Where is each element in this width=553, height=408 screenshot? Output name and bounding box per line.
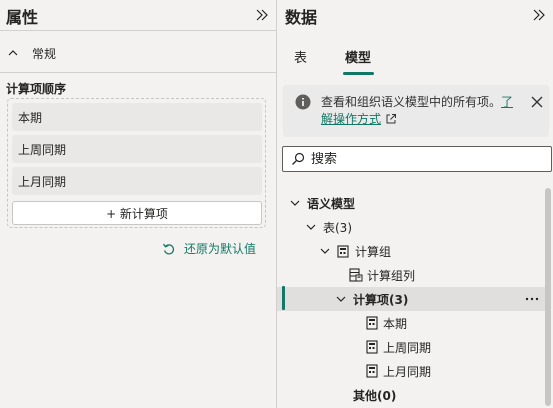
collapse-data-button[interactable]	[530, 6, 548, 24]
data-title: 数据	[285, 8, 318, 27]
tree-label: 计算项(3)	[353, 292, 409, 307]
data-pane: 数据 表 模型 查看和组织语义模型中的所有项。了解操作方式 语义模型	[277, 0, 553, 408]
calculation-group-icon	[337, 245, 349, 258]
tree-label: 计算组列	[367, 268, 416, 283]
active-tab-indicator	[343, 72, 374, 75]
reset-to-default-link[interactable]: 还原为默认值	[162, 240, 256, 257]
general-section-label: 常规	[32, 46, 57, 61]
chevron-down-icon	[306, 224, 316, 230]
tab-table[interactable]: 表	[294, 47, 307, 66]
search-icon	[292, 152, 305, 165]
chevrons-right-icon	[533, 9, 545, 21]
general-section-header[interactable]: 常规	[6, 42, 56, 64]
info-text: 查看和组织语义模型中的所有项。了解操作方式	[321, 94, 523, 128]
tree-label: 本期	[383, 316, 408, 331]
divider	[0, 30, 276, 31]
divider	[0, 72, 276, 73]
tree-node-calc-group-column[interactable]: 计算组列	[277, 263, 545, 287]
info-banner: 查看和组织语义模型中的所有项。了解操作方式	[283, 85, 549, 137]
tree-node-semantic-model[interactable]: 语义模型	[277, 191, 545, 215]
chevron-down-icon	[336, 296, 346, 302]
tree-node-calc-group[interactable]: 计算组	[277, 239, 545, 263]
chevrons-right-icon	[256, 9, 268, 21]
more-options-icon[interactable]	[525, 294, 539, 304]
properties-pane: 属性 常规 计算项顺序 本期 上周同期 上月同期 + 新计算项 还原为默认值	[0, 0, 276, 408]
undo-icon	[162, 243, 175, 254]
close-icon[interactable]	[530, 95, 544, 109]
collapse-properties-button[interactable]	[253, 6, 271, 24]
calc-item-order-list: 本期 上周同期 上月同期 + 新计算项	[7, 98, 266, 228]
tree-label: 语义模型	[307, 196, 356, 211]
tree-label: 上月同期	[383, 364, 432, 379]
tree-label: 计算组	[355, 244, 392, 259]
calculation-item-icon	[366, 364, 378, 378]
properties-title: 属性	[6, 8, 39, 27]
calc-item-order-label: 计算项顺序	[6, 82, 67, 96]
tree-node-other[interactable]: 其他(0)	[277, 383, 545, 407]
calc-item-order-row[interactable]: 上周同期	[12, 135, 262, 163]
calculation-item-icon	[366, 340, 378, 354]
tab-model[interactable]: 模型	[345, 47, 371, 66]
tree-scrollbar[interactable]	[545, 188, 551, 406]
chevron-down-icon	[290, 200, 300, 206]
calculation-item-icon	[366, 316, 378, 330]
search-input[interactable]	[311, 151, 531, 167]
tree-label: 上周同期	[383, 340, 432, 355]
search-box[interactable]	[282, 146, 552, 172]
reset-to-default-label: 还原为默认值	[184, 242, 257, 256]
tree-label: 其他(0)	[353, 388, 397, 403]
calculation-column-icon	[349, 268, 363, 282]
tree-node-calc-item[interactable]: 上周同期	[277, 335, 545, 359]
external-link-icon	[386, 114, 397, 124]
model-tree: 语义模型 表(3) 计算组 计算组列 计算项(3) 本期 上周同期 上月同期 其…	[277, 190, 553, 408]
calc-item-order-row[interactable]: 上月同期	[12, 167, 262, 195]
selection-indicator	[282, 286, 285, 310]
tree-node-calc-item[interactable]: 本期	[277, 311, 545, 335]
calc-item-order-row[interactable]: 本期	[12, 103, 262, 131]
tree-node-tables[interactable]: 表(3)	[277, 215, 545, 239]
info-icon	[295, 94, 311, 110]
chevron-up-icon	[8, 50, 18, 56]
chevron-down-icon	[320, 248, 330, 254]
tree-node-calc-item[interactable]: 上月同期	[277, 359, 545, 383]
new-calc-item-button[interactable]: + 新计算项	[12, 201, 262, 225]
info-message: 查看和组织语义模型中的所有项。	[321, 95, 502, 109]
tree-label: 表(3)	[323, 220, 352, 235]
tree-node-calc-items[interactable]: 计算项(3)	[277, 287, 545, 311]
